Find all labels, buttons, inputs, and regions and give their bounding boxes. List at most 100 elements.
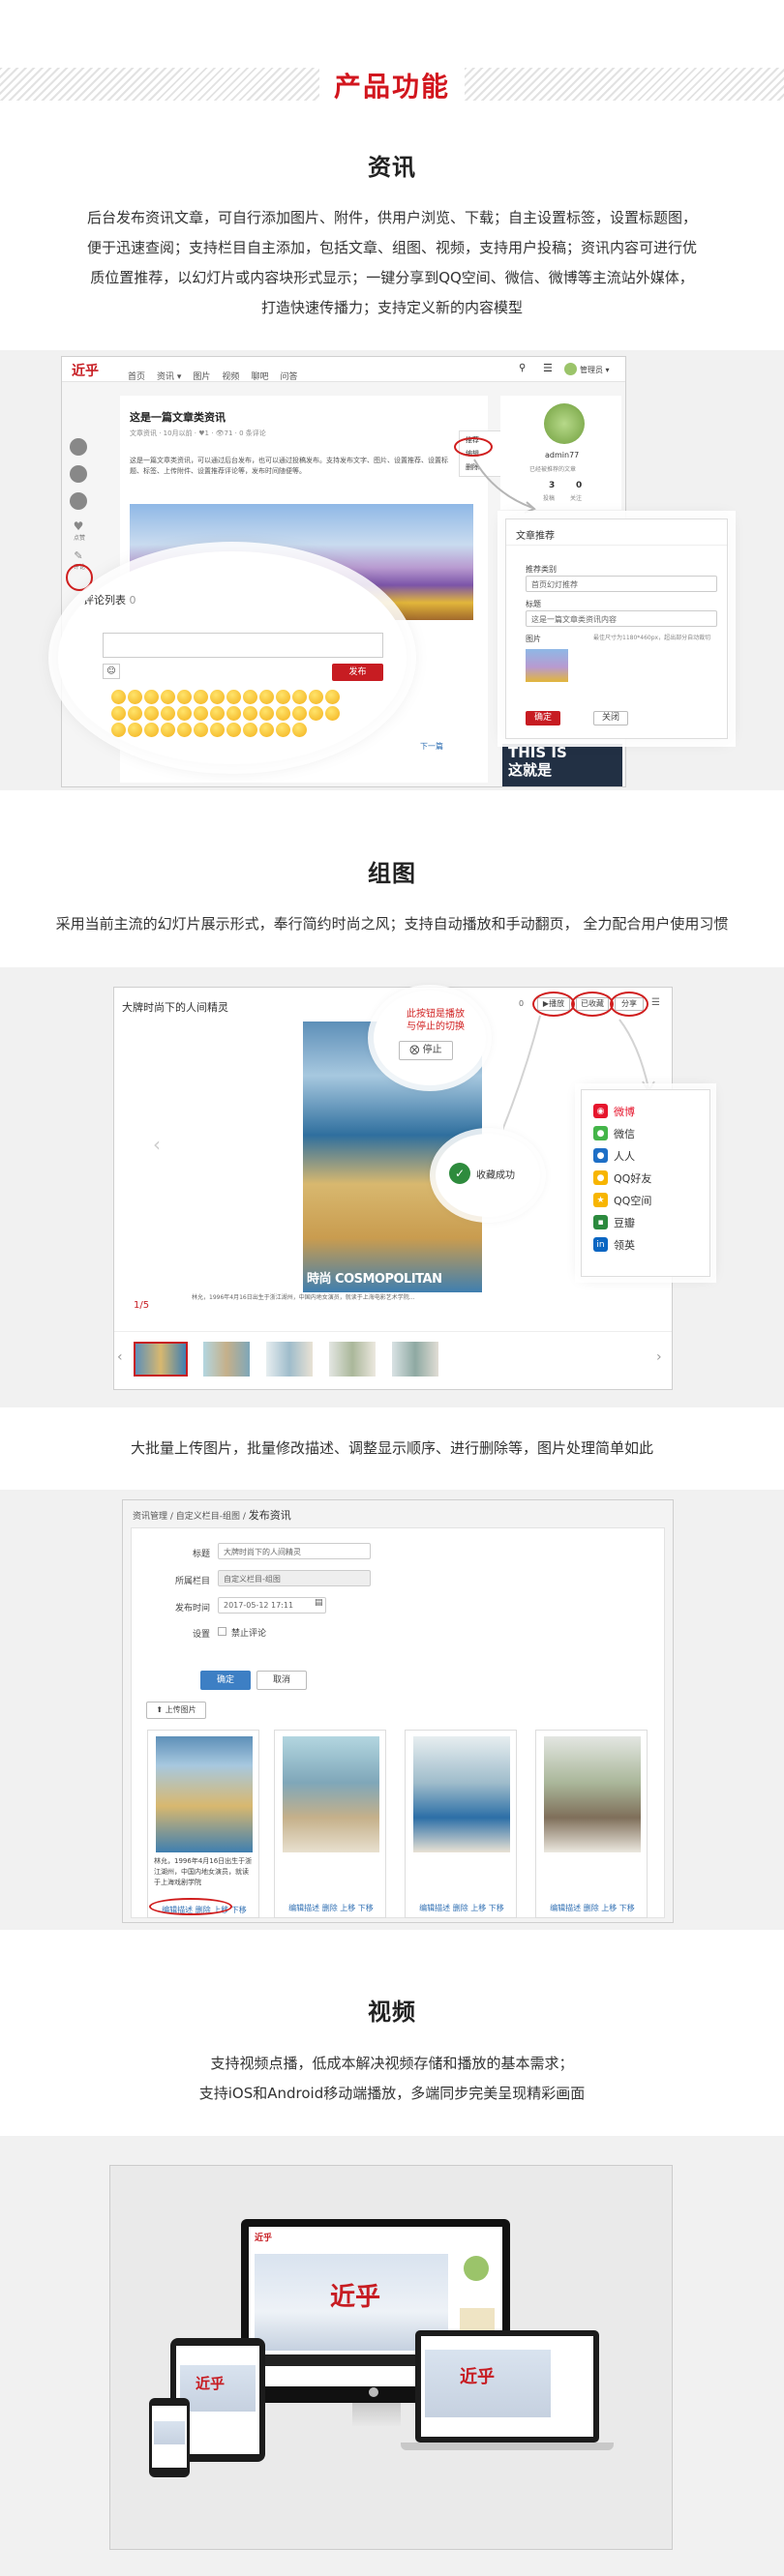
emoji-icon[interactable] (259, 723, 274, 737)
title-input[interactable]: 这是一篇文章类资讯内容 (526, 610, 717, 627)
share-linkedin[interactable]: in 领英 (593, 1233, 698, 1256)
emoji-icon[interactable] (325, 706, 340, 721)
wechat-icon[interactable] (70, 438, 87, 456)
card-description[interactable]: 林允，1996年4月16日出生于浙江湖州，中国内地女演员，就读于上海戏剧学院 (154, 1856, 255, 1888)
emoji-icon[interactable] (276, 690, 290, 704)
emoji-icon[interactable] (325, 690, 340, 704)
breadcrumb-item[interactable]: 资讯管理 (133, 1512, 167, 1522)
emoji-icon[interactable] (177, 723, 192, 737)
emoji-icon[interactable] (161, 690, 175, 704)
emoji-icon[interactable] (177, 706, 192, 721)
qq-icon[interactable] (70, 465, 87, 483)
dialog-cancel-button[interactable]: 关闭 (593, 711, 628, 725)
user-menu[interactable]: 管理员 ▾ (580, 365, 610, 375)
recommend-thumbnail[interactable] (526, 649, 568, 682)
emoji-icon[interactable] (243, 706, 257, 721)
thumbnail[interactable] (392, 1342, 438, 1377)
share-qq-friend[interactable]: ● QQ好友 (593, 1167, 698, 1189)
type-select[interactable]: 首页幻灯推荐 (526, 576, 717, 592)
weibo-icon[interactable] (70, 492, 87, 510)
category-input[interactable]: 自定义栏目-组图 (218, 1570, 371, 1586)
emoji-icon[interactable] (194, 723, 208, 737)
comment-icon[interactable]: ✎ (70, 549, 87, 562)
emoji-icon[interactable] (177, 690, 192, 704)
emoji-icon[interactable] (226, 723, 241, 737)
profile-name[interactable]: admin77 (545, 451, 579, 459)
thumbnail[interactable] (329, 1342, 376, 1377)
emoji-icon[interactable] (144, 723, 159, 737)
emoji-toggle-icon[interactable]: ☺ (103, 664, 120, 679)
emoji-icon[interactable] (210, 690, 225, 704)
card-image[interactable] (283, 1736, 379, 1852)
search-icon[interactable]: ⚲ (519, 363, 526, 373)
share-douban[interactable]: ▪ 豆瓣 (593, 1211, 698, 1233)
emoji-icon[interactable] (259, 706, 274, 721)
breadcrumb-item[interactable]: 自定义栏目-组图 (176, 1512, 240, 1522)
thumbnail[interactable] (203, 1342, 250, 1377)
avatar[interactable] (564, 363, 577, 375)
share-qzone[interactable]: ★ QQ空间 (593, 1189, 698, 1211)
share-weibo[interactable]: ◉ 微博 (593, 1100, 698, 1122)
emoji-icon[interactable] (194, 706, 208, 721)
thumb-prev-arrow[interactable]: ‹ (117, 1349, 123, 1365)
emoji-icon[interactable] (128, 690, 142, 704)
share-wechat[interactable]: ● 微信 (593, 1122, 698, 1144)
nav-chat[interactable]: 聊吧 (251, 370, 268, 382)
emoji-icon[interactable] (210, 706, 225, 721)
emoji-icon[interactable] (226, 690, 241, 704)
heart-icon[interactable]: ♥ (70, 519, 87, 533)
comment-publish-button[interactable]: 发布 (332, 664, 383, 681)
card-image[interactable] (156, 1736, 253, 1852)
emoji-icon[interactable] (259, 690, 274, 704)
emoji-icon[interactable] (292, 723, 307, 737)
emoji-icon[interactable] (276, 723, 290, 737)
emoji-icon[interactable] (144, 706, 159, 721)
form-cancel-button[interactable]: 取消 (256, 1671, 307, 1690)
nav-video[interactable]: 视频 (222, 370, 239, 382)
nav-qa[interactable]: 问答 (280, 370, 297, 382)
title-input[interactable]: 大牌时尚下的人间精灵 (218, 1543, 371, 1559)
nav-pictures[interactable]: 图片 (193, 370, 210, 382)
card-actions[interactable]: 编辑描述 删除 上移 下移 (275, 1903, 387, 1913)
no-comment-checkbox[interactable] (218, 1627, 226, 1636)
emoji-icon[interactable] (243, 690, 257, 704)
nav-home[interactable]: 首页 (128, 370, 145, 382)
publish-time-input[interactable]: 2017-05-12 17:11 (218, 1597, 326, 1614)
emoji-icon[interactable] (128, 723, 142, 737)
emoji-icon[interactable] (276, 706, 290, 721)
card-actions[interactable]: 编辑描述 删除 上移 下移 (536, 1903, 648, 1913)
emoji-icon[interactable] (210, 723, 225, 737)
emoji-icon[interactable] (161, 706, 175, 721)
emoji-icon[interactable] (111, 706, 126, 721)
form-ok-button[interactable]: 确定 (200, 1671, 251, 1690)
emoji-icon[interactable] (111, 690, 126, 704)
card-image[interactable] (544, 1736, 641, 1852)
emoji-icon[interactable] (243, 723, 257, 737)
calendar-icon[interactable]: ▤ (315, 1598, 323, 1608)
slide-prev-arrow[interactable]: ‹ (153, 1133, 161, 1156)
card-image[interactable] (413, 1736, 510, 1852)
emoji-icon[interactable] (128, 706, 142, 721)
comment-input[interactable] (103, 633, 383, 658)
emoji-icon[interactable] (309, 706, 323, 721)
next-article-link[interactable]: 下一篇 (420, 741, 443, 752)
card-actions[interactable]: 编辑描述 删除 上移 下移 (406, 1903, 518, 1913)
nav-news[interactable]: 资讯 ▾ (157, 370, 181, 382)
emoji-icon[interactable] (144, 690, 159, 704)
menu-icon[interactable]: ☰ (543, 362, 553, 374)
emoji-icon[interactable] (194, 690, 208, 704)
emoji-icon[interactable] (292, 690, 307, 704)
dialog-ok-button[interactable]: 确定 (526, 711, 560, 725)
upload-image-button[interactable]: ⬆ 上传图片 (146, 1702, 206, 1719)
emoji-icon[interactable] (161, 723, 175, 737)
thumbnail[interactable] (266, 1342, 313, 1377)
emoji-icon[interactable] (111, 723, 126, 737)
emoji-icon[interactable] (226, 706, 241, 721)
thumb-next-arrow[interactable]: › (656, 1349, 662, 1365)
share-renren[interactable]: ● 人人 (593, 1144, 698, 1167)
emoji-icon[interactable] (292, 706, 307, 721)
site-logo[interactable]: 近乎 (72, 361, 99, 380)
emoji-icon[interactable] (309, 690, 323, 704)
thumbnail[interactable] (134, 1342, 188, 1377)
stop-button[interactable]: ⨂ 停止 (399, 1041, 453, 1060)
